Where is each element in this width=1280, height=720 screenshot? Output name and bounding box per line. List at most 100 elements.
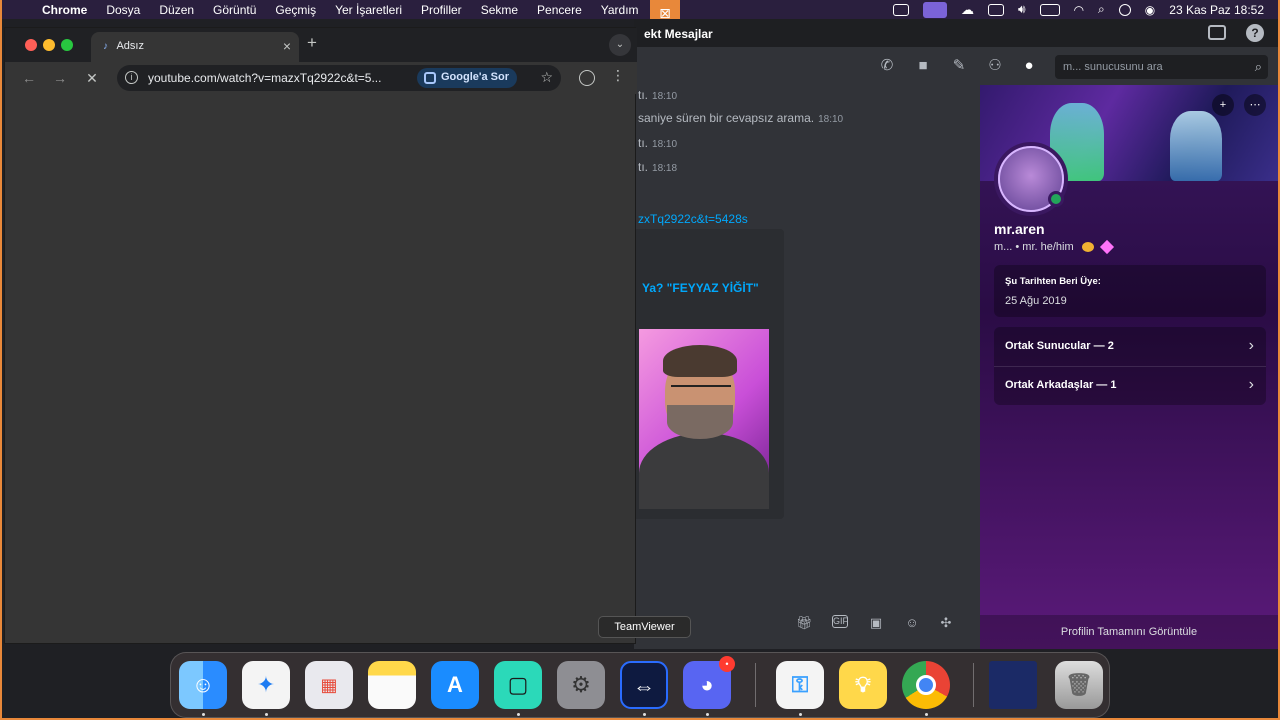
teamviewer-icon[interactable]: ⇔: [620, 661, 668, 709]
system-settings-icon[interactable]: ⚙: [557, 661, 605, 709]
stop-loading-icon[interactable]: ✕: [82, 68, 102, 88]
tab-title: Adsız: [116, 40, 144, 52]
document-preview-icon[interactable]: [989, 661, 1037, 709]
nitro-badge-icon[interactable]: [1099, 239, 1114, 255]
thumbnail-person-glasses: [671, 385, 731, 395]
address-bar[interactable]: i youtube.com/watch?v=mazxTq2922c&t=5...…: [117, 65, 561, 91]
close-window-icon[interactable]: [25, 39, 37, 51]
call-icon[interactable]: ✆: [878, 58, 896, 74]
screen-capture-app-icon[interactable]: ▢: [494, 661, 542, 709]
menu-item-sekme[interactable]: Sekme: [481, 3, 518, 17]
list-item: tı. 18:10: [638, 88, 677, 102]
embed-title[interactable]: Ya? "FEYYAZ YİĞİT": [642, 281, 759, 295]
profile-icon[interactable]: [579, 70, 595, 86]
status-area: ☁ 🔊︎ ◠ ⌕ ◉ 23 Kas Paz 18:52: [893, 0, 1264, 19]
view-full-profile-button[interactable]: Profilin Tamamını Görüntüle: [980, 615, 1278, 649]
message-time: 18:10: [652, 91, 678, 102]
dock-separator: [973, 663, 974, 707]
apps-icon[interactable]: ✣: [938, 615, 954, 631]
chevron-down-icon[interactable]: ⌄: [609, 34, 631, 56]
mutual-friends-row[interactable]: Ortak Arkadaşlar — 1 ›: [994, 366, 1266, 405]
cloud-icon[interactable]: ☁: [961, 2, 974, 18]
menu-item-profiller[interactable]: Profiller: [421, 3, 462, 17]
chevron-right-icon: ›: [1248, 376, 1254, 393]
safari-icon[interactable]: ✦: [242, 661, 290, 709]
thumbnail-person-beard: [667, 405, 733, 439]
notes-icon[interactable]: [368, 661, 416, 709]
siri-icon[interactable]: ◉: [1145, 3, 1155, 17]
message-time: 18:10: [818, 114, 844, 125]
running-indicator: [517, 713, 520, 716]
inbox-icon[interactable]: [1208, 25, 1226, 40]
list-item: saniye süren bir cevapsız arama. 18:10: [638, 111, 843, 125]
zoom-window-icon[interactable]: [61, 39, 73, 51]
menu-item-gecmis[interactable]: Geçmiş: [275, 3, 316, 17]
message-text: tı.: [638, 136, 649, 150]
finder-icon[interactable]: ☺: [179, 661, 227, 709]
trash-icon[interactable]: 🗑︎: [1055, 661, 1103, 709]
volume-icon[interactable]: 🔊︎: [1018, 2, 1026, 17]
menu-item-duzen[interactable]: Düzen: [159, 3, 194, 17]
ask-google-button[interactable]: Google'a Sor: [417, 68, 518, 88]
menu-bar: Chrome Dosya Düzen Görüntü Geçmiş Yer İş…: [2, 0, 1278, 19]
search-icon[interactable]: ⌕: [1098, 2, 1105, 17]
youtube-link[interactable]: zxTq2922c&t=5428s: [638, 212, 748, 226]
control-center-icon[interactable]: [1118, 3, 1131, 16]
window-title: ekt Mesajlar: [644, 27, 713, 41]
url-text[interactable]: youtube.com/watch?v=mazxTq2922c&t=5...: [148, 71, 381, 85]
display-icon[interactable]: [988, 3, 1004, 16]
forward-icon[interactable]: →: [50, 68, 70, 88]
chrome-icon[interactable]: [902, 661, 950, 709]
hypesquad-badge-icon[interactable]: [1081, 242, 1094, 252]
dock-tooltip: TeamViewer: [598, 616, 691, 638]
running-indicator: [706, 713, 709, 716]
chevron-right-icon: ›: [1248, 337, 1254, 354]
message-time: 18:18: [652, 163, 678, 174]
back-icon[interactable]: ←: [19, 68, 39, 88]
passwords-icon[interactable]: ⚿: [776, 661, 824, 709]
member-since-date: 25 Ağu 2019: [1005, 295, 1067, 307]
mutual-servers-row[interactable]: Ortak Sunucular — 2 ›: [994, 327, 1266, 366]
close-tab-icon[interactable]: ×: [283, 38, 291, 54]
member-since-card: Şu Tarihten Beri Üye: 25 Ağu 2019: [994, 265, 1266, 317]
menu-app-name[interactable]: Chrome: [42, 3, 87, 17]
menu-item-goruntu[interactable]: Görüntü: [213, 3, 256, 17]
video-icon[interactable]: ■: [914, 58, 932, 74]
menu-item-yer-isaretleri[interactable]: Yer İşaretleri: [335, 3, 402, 17]
site-info-icon[interactable]: i: [125, 71, 138, 84]
app-store-icon[interactable]: A: [431, 661, 479, 709]
menu-item-pencere[interactable]: Pencere: [537, 3, 582, 17]
running-indicator: [202, 713, 205, 716]
more-menu-icon[interactable]: ⋮: [611, 67, 625, 84]
menu-item-dosya[interactable]: Dosya: [106, 3, 140, 17]
running-indicator: [925, 713, 928, 716]
help-icon[interactable]: ?: [1246, 24, 1264, 42]
clock[interactable]: 23 Kas Paz 18:52: [1169, 3, 1264, 17]
user-profile-icon[interactable]: ●: [1020, 58, 1038, 74]
tab-adsiz[interactable]: ♪ Adsız ×: [91, 32, 299, 62]
bookmark-star-icon[interactable]: ☆: [540, 69, 553, 86]
discord-titlebar: ekt Mesajlar ?: [634, 19, 1278, 47]
new-tab-icon[interactable]: +: [307, 33, 317, 53]
add-friend-icon[interactable]: +: [1212, 94, 1234, 116]
video-thumbnail[interactable]: [639, 329, 769, 509]
emoji-icon[interactable]: ☺: [904, 615, 920, 631]
teamviewer-status-icon[interactable]: [893, 3, 909, 16]
mutual-friends-label: Ortak Arkadaşlar — 1: [1005, 379, 1117, 391]
discord-window: ekt Mesajlar ? ✆ ■ ✎ ⚇ ● m... sunucusunu…: [634, 19, 1278, 649]
tips-icon[interactable]: 💡︎: [839, 661, 887, 709]
menu-item-yardim[interactable]: Yardım: [601, 3, 639, 17]
search-input[interactable]: m... sunucusunu ara ⌕: [1055, 55, 1268, 79]
add-friend-icon[interactable]: ⚇: [986, 58, 1004, 74]
wifi-icon[interactable]: ◠: [1074, 3, 1084, 17]
screen-share-icon[interactable]: [923, 1, 947, 18]
launchpad-icon[interactable]: ▦: [305, 661, 353, 709]
message-time: 18:10: [652, 139, 678, 150]
gift-icon[interactable]: 🎁︎: [796, 615, 813, 631]
gif-icon[interactable]: GIF: [832, 615, 848, 628]
pin-icon[interactable]: ✎: [950, 58, 968, 74]
minimize-window-icon[interactable]: [43, 39, 55, 51]
battery-icon[interactable]: [1039, 3, 1060, 16]
sticker-icon[interactable]: ▣: [868, 615, 884, 631]
more-options-icon[interactable]: ⋯: [1244, 94, 1266, 116]
